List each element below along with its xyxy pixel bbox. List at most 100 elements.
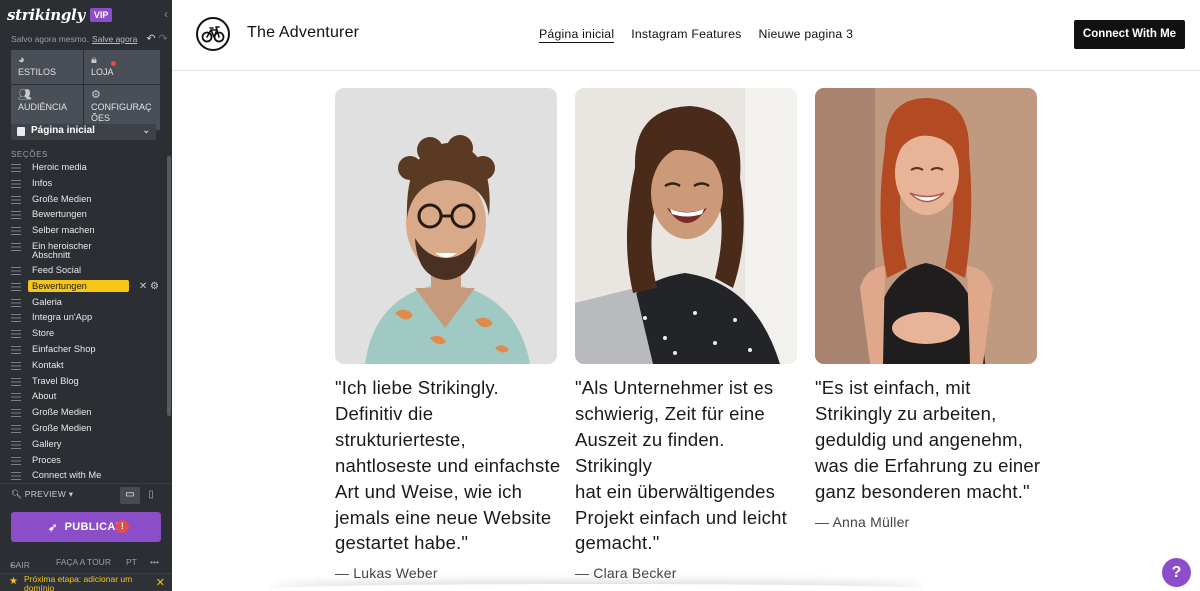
drag-handle-icon[interactable] xyxy=(11,440,21,450)
section-label: Große Medien xyxy=(32,193,92,204)
collapse-sidebar-icon[interactable]: ‹ xyxy=(164,7,168,21)
store-button[interactable]: 🔒︎ LOJA xyxy=(84,50,160,85)
drag-handle-icon[interactable] xyxy=(11,242,21,252)
testimonial-author: — Lukas Weber xyxy=(335,565,438,582)
section-item[interactable]: Große Medien xyxy=(11,193,161,209)
section-label: Heroic media xyxy=(32,162,87,172)
section-item[interactable]: Travel Blog xyxy=(11,375,161,391)
drag-handle-icon[interactable] xyxy=(11,298,21,308)
sidebar-footer: ⇠ SAIR FAÇA A TOUR PT ••• xyxy=(0,554,172,572)
section-label: About xyxy=(32,391,57,402)
drag-handle-icon[interactable] xyxy=(11,227,21,237)
logo-row: strikingly VIP xyxy=(7,4,113,26)
section-item[interactable]: Integra un'App xyxy=(11,311,161,327)
section-label: Integra un'App xyxy=(32,312,93,323)
section-item[interactable]: Galeria xyxy=(11,296,161,312)
drag-handle-icon[interactable] xyxy=(11,179,21,189)
section-item[interactable]: Kontakt xyxy=(11,359,161,375)
testimonial-quote: "Es ist einfach, mit Strikingly zu arbei… xyxy=(815,375,1045,532)
mobile-view-icon[interactable]: ▯ xyxy=(145,487,157,504)
section-label: Selber machen xyxy=(32,225,95,236)
drag-handle-icon[interactable] xyxy=(11,456,21,466)
save-status-text: Salvo agora mesmo. xyxy=(11,33,89,44)
redo-icon[interactable]: ↷ xyxy=(159,32,168,45)
help-button[interactable]: ? xyxy=(1162,558,1191,587)
close-icon[interactable]: ✕ xyxy=(156,576,165,589)
quote-line: strukturierteste, xyxy=(335,428,466,450)
section-tools: ✕ ⚙ xyxy=(139,281,159,292)
drag-handle-icon[interactable] xyxy=(11,377,21,387)
quote-line: Projekt einfach und leicht xyxy=(575,506,787,528)
sections-title: SEÇÕES xyxy=(11,150,48,159)
section-item[interactable]: Große Medien xyxy=(11,422,161,438)
quote-line: hat ein überwältigendes xyxy=(575,480,776,502)
tour-button[interactable]: FAÇA A TOUR xyxy=(56,557,111,567)
quote-line: "Als Unternehmer ist es xyxy=(575,377,774,398)
drag-handle-icon[interactable] xyxy=(11,409,21,419)
section-label: Connect with Me xyxy=(32,470,102,481)
chevron-down-icon: ⌄ xyxy=(142,125,150,135)
more-icon[interactable]: ••• xyxy=(150,557,159,567)
styles-button[interactable]: ◕ ESTILOS xyxy=(11,50,83,85)
section-item[interactable]: Einfacher Shop xyxy=(11,343,161,359)
quote-line: ganz besonderen macht." xyxy=(815,480,1030,502)
settings-label: CONFIGURAÇÕES xyxy=(91,102,152,123)
testimonial-card: "Es ist einfach, mit Strikingly zu arbei… xyxy=(815,88,1040,530)
section-label: Bewertungen xyxy=(28,279,129,293)
strikingly-logo[interactable]: strikingly xyxy=(7,6,85,24)
desktop-view-icon[interactable]: ▭ xyxy=(120,487,140,504)
section-item[interactable]: Große Medien xyxy=(11,406,161,422)
users-icon: 👥︎ xyxy=(18,89,32,102)
bicycle-logo-icon[interactable] xyxy=(196,17,230,51)
sections-scrollbar[interactable] xyxy=(167,156,171,416)
section-item[interactable]: Ein heroischer Abschnitt xyxy=(11,240,161,264)
section-item[interactable]: Store xyxy=(11,327,161,343)
section-item[interactable]: Proces xyxy=(11,454,161,470)
section-label: Große Medien xyxy=(32,407,92,418)
next-step-banner[interactable]: ★ Próxima etapa: adicionar um domínio ✕ xyxy=(0,573,172,591)
drag-handle-icon[interactable] xyxy=(11,195,21,205)
drag-handle-icon[interactable] xyxy=(11,472,21,481)
gear-icon[interactable]: ⚙ xyxy=(150,281,159,292)
language-button[interactable]: PT xyxy=(126,557,137,567)
drag-handle-icon[interactable] xyxy=(11,345,21,355)
drag-handle-icon[interactable] xyxy=(11,266,21,276)
drag-handle-icon[interactable] xyxy=(11,282,21,292)
delete-icon[interactable]: ✕ xyxy=(139,281,147,292)
publish-button[interactable]: ➶ PUBLICAR ! xyxy=(11,512,161,542)
quote-line: Strikingly zu arbeiten, xyxy=(815,402,997,424)
section-item[interactable]: Feed Social xyxy=(11,264,161,280)
audience-label: AUDIÊNCIA xyxy=(18,102,68,113)
section-item[interactable]: Heroic media xyxy=(11,161,161,177)
section-item[interactable]: About xyxy=(11,390,161,406)
save-now-link[interactable]: Salve agora xyxy=(92,34,137,44)
section-item-active[interactable]: Bewertungen ✕ ⚙ xyxy=(11,279,161,296)
quote-line: "Es ist einfach, mit xyxy=(815,377,971,398)
section-item[interactable]: Connect with Me xyxy=(11,469,161,481)
section-item[interactable]: Bewertungen xyxy=(11,208,161,224)
undo-icon[interactable]: ↶ xyxy=(146,32,155,45)
connect-button[interactable]: Connect With Me xyxy=(1074,20,1185,49)
section-label: Galeria xyxy=(32,296,62,307)
section-item[interactable]: Selber machen xyxy=(11,224,161,240)
vip-badge: VIP xyxy=(89,8,113,22)
site-title[interactable]: The Adventurer xyxy=(247,24,359,42)
drag-handle-icon[interactable] xyxy=(11,393,21,403)
drag-handle-icon[interactable] xyxy=(11,424,21,434)
nav-link-home[interactable]: Página inicial xyxy=(539,27,615,43)
quote-line: gestartet habe." xyxy=(335,532,469,554)
drag-handle-icon[interactable] xyxy=(11,361,21,371)
section-item[interactable]: Infos xyxy=(11,177,161,193)
chevron-down-icon: ▾ xyxy=(68,489,74,499)
drag-handle-icon[interactable] xyxy=(11,164,21,173)
nav-link-page-3[interactable]: Nieuwe pagina 3 xyxy=(759,27,854,43)
warning-icon: ! xyxy=(116,520,129,533)
drag-handle-icon[interactable] xyxy=(11,330,21,340)
drag-handle-icon[interactable] xyxy=(11,211,21,221)
page-selector[interactable]: Página inicial ⌄ xyxy=(11,124,156,140)
nav-link-instagram[interactable]: Instagram Features xyxy=(631,27,741,43)
section-label: Travel Blog xyxy=(32,375,79,386)
drag-handle-icon[interactable] xyxy=(11,314,21,324)
preview-button[interactable]: 🔍︎ PREVIEW ▾ xyxy=(11,489,73,500)
section-item[interactable]: Gallery xyxy=(11,438,161,454)
